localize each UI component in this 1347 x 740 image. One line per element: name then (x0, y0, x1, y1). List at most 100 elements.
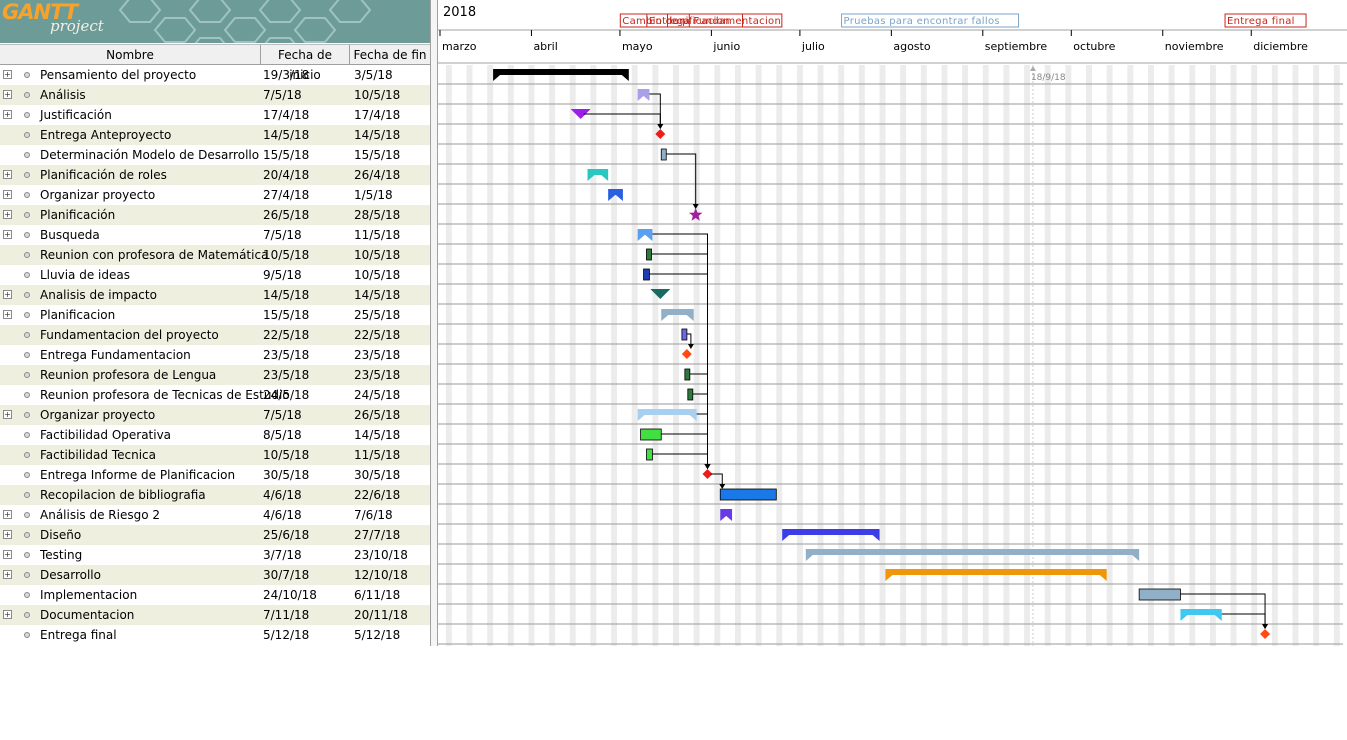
task-name: Planificación (40, 208, 116, 222)
summary-end-icon (782, 535, 790, 541)
task-name: Organizar proyecto (40, 188, 156, 202)
weekend-column (1024, 65, 1030, 646)
table-row[interactable]: Entrega Anteproyecto 14/5/18 14/5/18 (0, 125, 430, 145)
month-label: julio (801, 40, 825, 53)
table-row[interactable]: + Planificación 26/5/18 28/5/18 (0, 205, 430, 225)
summary-end-icon (621, 75, 629, 81)
table-row[interactable]: Entrega Informe de Planificacion 30/5/18 3… (0, 465, 430, 485)
expand-icon[interactable]: + (3, 510, 12, 519)
expand-icon[interactable]: + (3, 610, 12, 619)
table-row[interactable]: Reunion profesora de Lengua 23/5/18 23/5/1… (0, 365, 430, 385)
table-row[interactable]: Recopilacion de bibliografia 4/6/18 22/6/1… (0, 485, 430, 505)
table-row[interactable]: + Análisis de Riesgo 2 4/6/18 7/6/18 (0, 505, 430, 525)
weekend-column (817, 65, 824, 646)
table-row[interactable]: + Analisis de impacto 14/5/18 14/5/18 (0, 285, 430, 305)
weekend-column (858, 65, 865, 646)
table-row[interactable]: + Busqueda 7/5/18 11/5/18 (0, 225, 430, 245)
weekend-column (631, 65, 638, 646)
task-bar (684, 368, 691, 381)
weekend-column (1209, 65, 1216, 646)
task-end-date: 6/11/18 (354, 588, 401, 602)
summary-end-icon (661, 315, 669, 321)
task-bullet-icon (24, 152, 30, 158)
table-row[interactable]: Reunion profesora de Tecnicas de Estudio… (0, 385, 430, 405)
task-name: Entrega Anteproyecto (40, 128, 172, 142)
task-start-date: 4/6/18 (263, 488, 302, 502)
table-row[interactable]: + Pensamiento del proyecto 19/3/18 3/5/18 (0, 65, 430, 85)
milestone-header-label: Entrega final (1227, 16, 1295, 27)
table-row[interactable]: + Desarrollo 30/7/18 12/10/18 (0, 565, 430, 585)
expand-icon[interactable]: + (3, 210, 12, 219)
task-name: Planificacion (40, 308, 116, 322)
expand-icon[interactable]: + (3, 550, 12, 559)
milestone-diamond-icon (681, 349, 692, 359)
table-row[interactable]: + Diseño 25/6/18 27/7/18 (0, 525, 430, 545)
splitter-handle[interactable] (430, 0, 438, 646)
expand-icon[interactable]: + (3, 570, 12, 579)
table-row[interactable]: Implementacion 24/10/18 6/11/18 (0, 585, 430, 605)
summary-bar (885, 569, 1107, 575)
weekend-column (962, 65, 969, 646)
expand-icon[interactable]: + (3, 110, 12, 119)
task-start-date: 23/5/18 (263, 348, 310, 362)
table-row[interactable]: + Análisis 7/5/18 10/5/18 (0, 85, 430, 105)
table-row[interactable]: Entrega final 5/12/18 5/12/18 (0, 625, 430, 645)
weekend-column (652, 65, 659, 646)
task-start-date: 15/5/18 (263, 148, 310, 162)
expand-icon[interactable]: + (3, 410, 12, 419)
task-name: Lluvia de ideas (40, 268, 130, 282)
expand-icon[interactable]: + (3, 70, 12, 79)
weekend-column (1127, 65, 1134, 646)
task-bar (1138, 588, 1181, 601)
expand-icon[interactable]: + (3, 530, 12, 539)
table-row[interactable]: Fundamentacion del proyecto 22/5/18 22/5/1… (0, 325, 430, 345)
expand-icon[interactable]: + (3, 290, 12, 299)
month-label: diciembre (1253, 40, 1308, 53)
expand-icon[interactable]: + (3, 190, 12, 199)
weekend-column (1044, 65, 1051, 646)
task-start-date: 20/4/18 (263, 168, 310, 182)
weekend-column (466, 65, 473, 646)
expand-icon[interactable]: + (3, 310, 12, 319)
expand-icon[interactable]: + (3, 230, 12, 239)
table-row[interactable]: Determinación Modelo de Desarrollo 15/5/1… (0, 145, 430, 165)
table-row[interactable]: Entrega Fundamentacion 23/5/18 23/5/18 (0, 345, 430, 365)
task-end-date: 7/6/18 (354, 508, 393, 522)
table-row[interactable]: Factibilidad Operativa 8/5/18 14/5/18 (0, 425, 430, 445)
task-name: Reunion profesora de Lengua (40, 368, 217, 382)
weekend-column (693, 65, 700, 646)
weekend-column (1251, 65, 1258, 646)
task-end-date: 26/5/18 (354, 408, 401, 422)
dependency-arrow-icon (687, 344, 694, 349)
table-row[interactable]: Lluvia de ideas 9/5/18 10/5/18 (0, 265, 430, 285)
table-row[interactable]: + Organizar proyecto 7/5/18 26/5/18 (0, 405, 430, 425)
task-end-date: 28/5/18 (354, 208, 401, 222)
task-start-date: 17/4/18 (263, 108, 310, 122)
task-end-date: 14/5/18 (354, 428, 401, 442)
expand-icon[interactable]: + (3, 90, 12, 99)
summary-end-icon (637, 415, 645, 421)
task-bar (719, 488, 777, 501)
weekend-column (590, 65, 597, 646)
table-row[interactable]: + Documentacion 7/11/18 20/11/18 (0, 605, 430, 625)
weekend-column (1313, 65, 1320, 646)
column-header-end[interactable]: Fecha de fin (350, 45, 430, 65)
table-row[interactable]: Factibilidad Tecnica 10/5/18 11/5/18 (0, 445, 430, 465)
column-header-start[interactable]: Fecha de inicio (261, 45, 350, 82)
table-row[interactable]: + Planificacion 15/5/18 25/5/18 (0, 305, 430, 325)
task-name: Análisis (40, 88, 86, 102)
table-row[interactable]: Reunion con profesora de Matemática 10/5/… (0, 245, 430, 265)
column-header-name[interactable]: Nombre (0, 45, 261, 65)
task-name: Recopilacion de bibliografia (40, 488, 206, 502)
task-bullet-icon (24, 72, 30, 78)
table-row[interactable]: + Testing 3/7/18 23/10/18 (0, 545, 430, 565)
table-row[interactable]: + Organizar proyecto 27/4/18 1/5/18 (0, 185, 430, 205)
task-name: Organizar proyecto (40, 408, 156, 422)
task-bullet-icon (24, 192, 30, 198)
expand-icon[interactable]: + (3, 170, 12, 179)
task-bullet-icon (24, 432, 30, 438)
task-bar (687, 388, 694, 401)
weekend-column (776, 65, 783, 646)
table-row[interactable]: + Planificación de roles 20/4/18 26/4/18 (0, 165, 430, 185)
table-row[interactable]: + Justificación 17/4/18 17/4/18 (0, 105, 430, 125)
